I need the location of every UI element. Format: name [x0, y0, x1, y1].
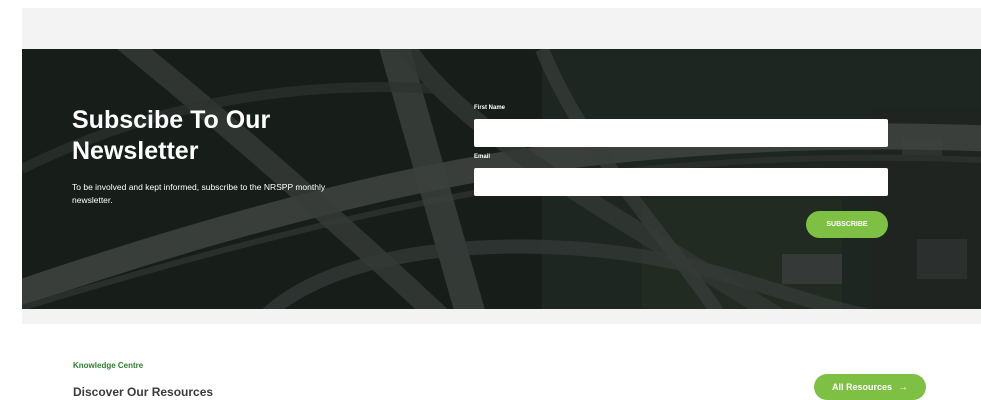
- all-resources-label: All Resources: [831, 382, 893, 392]
- knowledge-centre-label: Knowledge Centre: [73, 361, 144, 370]
- subscribe-button[interactable]: SUBSCRIBE: [806, 211, 888, 238]
- newsletter-title: Subscibe To Our Newsletter: [72, 106, 271, 165]
- newsletter-banner: Subscibe To Our Newsletter To be involve…: [22, 49, 981, 309]
- arrow-right-icon: →: [898, 382, 909, 393]
- email-input[interactable]: [474, 168, 888, 196]
- all-resources-button[interactable]: All Resources →: [814, 374, 926, 400]
- email-label: Email: [474, 154, 491, 160]
- first-name-label: First Name: [474, 105, 506, 111]
- first-name-input[interactable]: [474, 119, 888, 147]
- resources-title: Discover Our Resources: [73, 385, 214, 399]
- newsletter-description: To be involved and kept informed, subscr…: [72, 182, 326, 205]
